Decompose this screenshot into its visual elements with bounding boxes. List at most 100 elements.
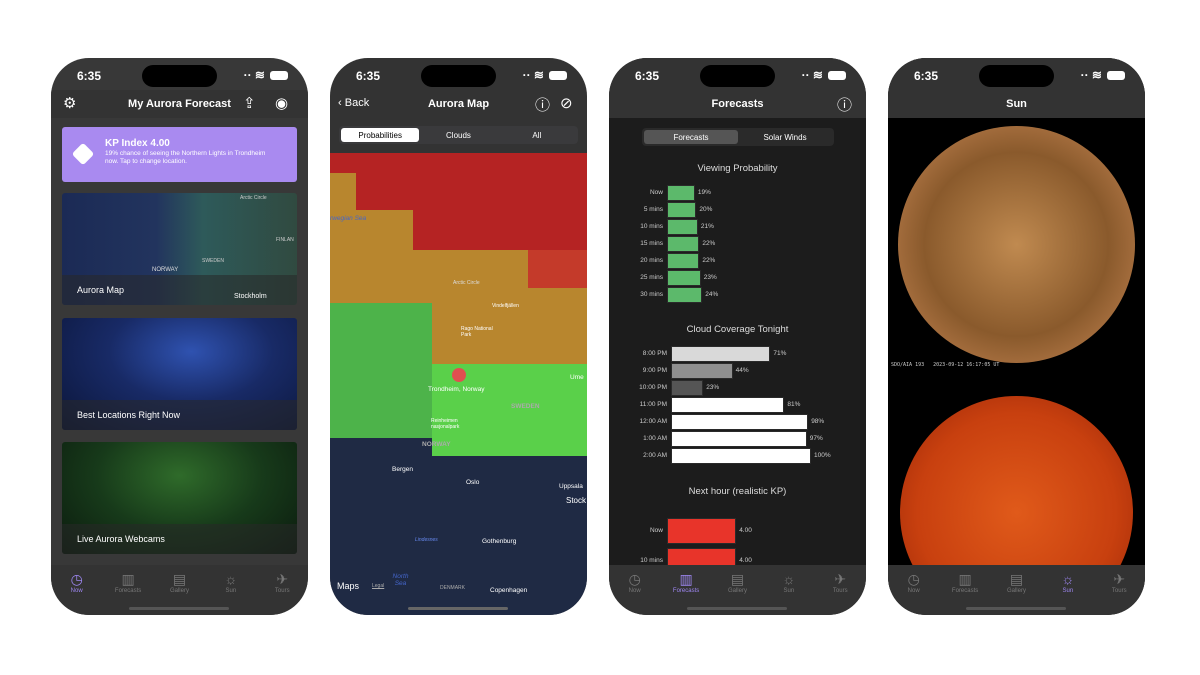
bar-value: 81% bbox=[787, 401, 801, 408]
plane-icon: ✈ bbox=[276, 571, 289, 587]
nav-bar: Forecasts ⓘ bbox=[609, 90, 866, 118]
bar-value: 23% bbox=[703, 274, 717, 281]
apple-maps-logo: Maps bbox=[337, 581, 360, 591]
bar-label: 30 mins bbox=[640, 291, 663, 298]
clock-icon: ◷ bbox=[70, 571, 83, 587]
dice-icon bbox=[71, 142, 95, 166]
bar-label: 9:00 PM bbox=[642, 367, 667, 374]
sun-icon: ☼ bbox=[782, 571, 796, 587]
bar-label: 2:00 AM bbox=[643, 452, 667, 459]
kp-index-banner[interactable]: KP Index 4.00 19% chance of seeing the N… bbox=[62, 127, 297, 182]
chart-title: Next hour (realistic KP) bbox=[688, 486, 787, 497]
card-live-webcams[interactable]: Live Aurora Webcams bbox=[62, 442, 297, 554]
segment-forecasts[interactable]: Forecasts bbox=[644, 130, 738, 144]
segment-all[interactable]: All bbox=[498, 128, 576, 142]
bar-value: 20% bbox=[699, 206, 713, 213]
bar bbox=[667, 253, 700, 269]
bar bbox=[671, 431, 807, 447]
bar-value: 23% bbox=[706, 384, 720, 391]
tab-now[interactable]: ◷ Now bbox=[891, 571, 936, 615]
forecast-segmented-control: Forecasts Solar Winds bbox=[642, 128, 834, 146]
bar-value: 24% bbox=[705, 291, 719, 298]
segment-probabilities[interactable]: Probabilities bbox=[341, 128, 420, 142]
bar-label: 10 mins bbox=[640, 223, 663, 230]
bar bbox=[671, 397, 785, 413]
bar bbox=[667, 287, 703, 303]
plane-icon: ✈ bbox=[1113, 571, 1126, 587]
map-view[interactable]: rwegian Sea Arctic Circle Vindelfjällen … bbox=[330, 153, 587, 615]
tab-now[interactable]: ◷ Now bbox=[612, 571, 657, 615]
map-segmented-control: Probabilities Clouds All bbox=[339, 126, 578, 144]
share-icon[interactable]: ⇪ bbox=[243, 94, 256, 112]
bar-label: 11:00 PM bbox=[639, 401, 667, 408]
tab-now[interactable]: ◷ Now bbox=[54, 571, 99, 615]
bar-label: 8:00 PM bbox=[642, 350, 667, 357]
bar bbox=[671, 363, 733, 379]
bar bbox=[667, 202, 697, 218]
legal-link[interactable]: Legal bbox=[372, 583, 384, 589]
bar-label: 20 mins bbox=[640, 257, 663, 264]
clock-icon: ◷ bbox=[628, 571, 641, 587]
bar-value: 4.00 bbox=[739, 527, 752, 534]
info-icon[interactable]: ⓘ bbox=[837, 94, 852, 115]
bar bbox=[667, 219, 698, 235]
plane-icon: ✈ bbox=[834, 571, 847, 587]
tab-tours[interactable]: ✈ Tours bbox=[818, 571, 863, 615]
sun-icon: ☼ bbox=[1061, 571, 1075, 587]
eye-icon[interactable]: ◉ bbox=[275, 94, 288, 112]
bar-label: Now bbox=[649, 527, 663, 534]
gallery-icon: ▤ bbox=[730, 571, 745, 587]
bar-label: 10:00 PM bbox=[639, 384, 667, 391]
nav-bar: Sun bbox=[888, 90, 1145, 118]
bar-value: 44% bbox=[735, 367, 749, 374]
gallery-icon: ▤ bbox=[1009, 571, 1024, 587]
bar-label: 5 mins bbox=[643, 206, 663, 213]
bar-label: 1:00 AM bbox=[643, 435, 667, 442]
bar-value: 22% bbox=[702, 257, 716, 264]
bar bbox=[667, 185, 695, 201]
chart-title: Cloud Coverage Tonight bbox=[686, 324, 789, 335]
bar bbox=[671, 448, 811, 464]
tab-tours[interactable]: ✈ Tours bbox=[1097, 571, 1142, 615]
bar bbox=[671, 414, 809, 430]
nav-bar: ‹ Back Aurora Map ⓘ ⊘ bbox=[330, 90, 587, 118]
info-icon[interactable]: ⓘ bbox=[535, 94, 550, 115]
status-bar: 6:35 ·· ≋ bbox=[609, 58, 866, 90]
phone-forecasts: 6:35 ·· ≋ Forecasts ⓘ Forecasts Solar Win… bbox=[609, 58, 866, 615]
bar bbox=[667, 518, 737, 544]
bar bbox=[671, 380, 704, 396]
phone-now: 6:35 ·· ≋ ⚙ My Aurora Forecast ⇪ ◉ KP Ind… bbox=[51, 58, 308, 615]
bar-value: 100% bbox=[814, 452, 831, 459]
bar-label: 10 mins bbox=[640, 557, 663, 564]
bar-label: 12:00 AM bbox=[639, 418, 667, 425]
satellite-icon[interactable]: ⊘ bbox=[560, 94, 573, 112]
phone-aurora-map: 6:35 ·· ≋ ‹ Back Aurora Map ⓘ ⊘ Probabili… bbox=[330, 58, 587, 615]
bar bbox=[667, 236, 700, 252]
card-aurora-map[interactable]: Arctic Circle SWEDEN FINLAN NORWAY Stock… bbox=[62, 193, 297, 305]
card-best-locations[interactable]: Best Locations Right Now bbox=[62, 318, 297, 430]
bar-value: 4.00 bbox=[739, 557, 752, 564]
chart-icon: ▥ bbox=[679, 571, 693, 587]
location-pin-icon[interactable] bbox=[452, 368, 466, 382]
sun-icon: ☼ bbox=[224, 571, 238, 587]
phone-sun: 6:35 ·· ≋ Sun SDO/AIA 193 2023-09-12 16:1… bbox=[888, 58, 1145, 615]
bar-value: 71% bbox=[773, 350, 787, 357]
status-bar: 6:35 ·· ≋ bbox=[888, 58, 1145, 90]
status-bar: 6:35 ·· ≋ bbox=[51, 58, 308, 90]
sun-image-193 bbox=[898, 126, 1135, 363]
bar-value: 22% bbox=[702, 240, 716, 247]
chart-icon: ▥ bbox=[121, 571, 135, 587]
segment-solar-winds[interactable]: Solar Winds bbox=[738, 130, 832, 144]
bar-label: 25 mins bbox=[640, 274, 663, 281]
segment-clouds[interactable]: Clouds bbox=[419, 128, 497, 142]
page-title: My Aurora Forecast bbox=[128, 98, 231, 110]
chart-icon: ▥ bbox=[958, 571, 972, 587]
bar-label: 15 mins bbox=[640, 240, 663, 247]
bar-label: Now bbox=[649, 189, 663, 196]
bar-value: 21% bbox=[700, 223, 714, 230]
bar-value: 98% bbox=[811, 418, 825, 425]
nav-bar: ⚙ My Aurora Forecast ⇪ ◉ bbox=[51, 90, 308, 118]
bar bbox=[667, 270, 701, 286]
tab-tours[interactable]: ✈ Tours bbox=[260, 571, 305, 615]
clock-icon: ◷ bbox=[907, 571, 920, 587]
